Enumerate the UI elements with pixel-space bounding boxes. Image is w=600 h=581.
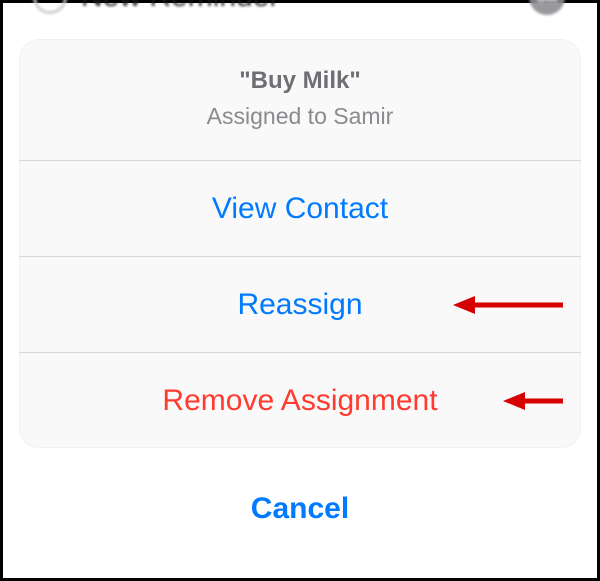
- screenshot-frame: New Reminder SM "Buy Milk" Assigned to S…: [0, 0, 600, 581]
- reminder-radio-icon: [33, 0, 67, 14]
- reassign-label: Reassign: [237, 288, 362, 322]
- view-contact-label: View Contact: [212, 192, 388, 226]
- reassign-button[interactable]: Reassign: [19, 257, 581, 352]
- cancel-label: Cancel: [251, 492, 349, 526]
- action-sheet: "Buy Milk" Assigned to Samir View Contac…: [19, 39, 581, 448]
- remove-assignment-button[interactable]: Remove Assignment: [19, 353, 581, 448]
- background-reminder-row: New Reminder SM: [13, 0, 587, 15]
- action-sheet-header: "Buy Milk" Assigned to Samir: [19, 39, 581, 160]
- annotation-arrow-icon: [453, 293, 563, 317]
- annotation-arrow-icon: [503, 389, 563, 413]
- remove-assignment-label: Remove Assignment: [162, 384, 437, 418]
- action-sheet-subtitle: Assigned to Samir: [39, 103, 561, 130]
- assignee-avatar-icon: SM: [529, 0, 565, 15]
- view-contact-button[interactable]: View Contact: [19, 161, 581, 256]
- cancel-button[interactable]: Cancel: [19, 464, 581, 554]
- action-sheet-title: "Buy Milk": [39, 67, 561, 95]
- background-reminder-text: New Reminder: [81, 0, 529, 14]
- action-sheet-container: "Buy Milk" Assigned to Samir View Contac…: [19, 39, 581, 562]
